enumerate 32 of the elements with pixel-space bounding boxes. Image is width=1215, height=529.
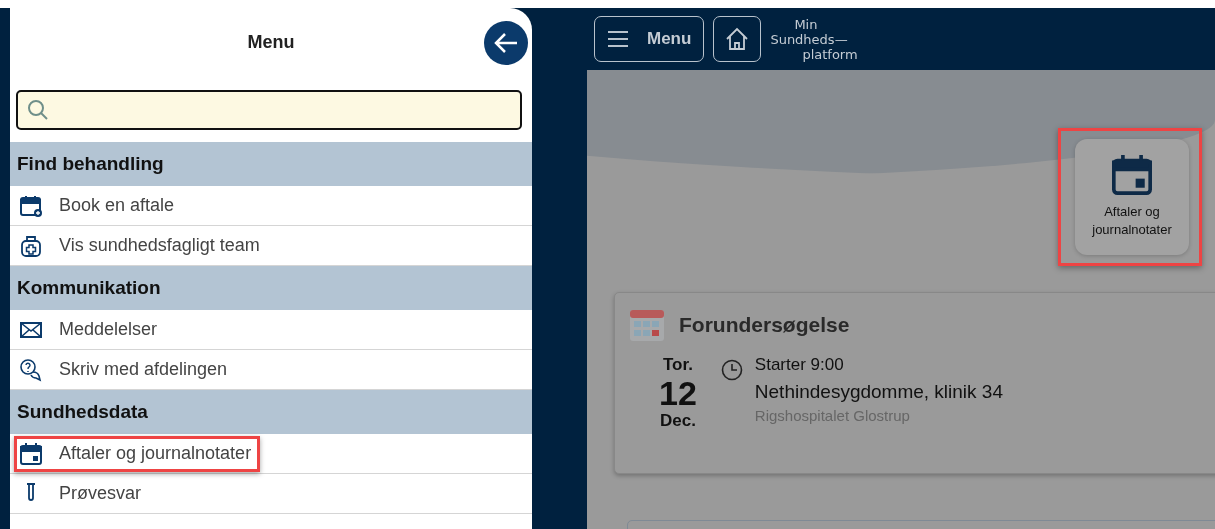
month: Dec. [659, 411, 696, 431]
logo[interactable]: Min Sundheds— platform [770, 16, 858, 62]
menu-title: Menu [247, 31, 295, 53]
search-field[interactable] [16, 90, 522, 130]
calendar-icon [1110, 155, 1154, 195]
menu-item[interactable]: Aftaler og journalnotater [14, 435, 261, 472]
back-button[interactable] [484, 21, 528, 65]
home-button[interactable] [713, 16, 762, 62]
medical-kit-icon [19, 233, 43, 258]
chat-bubbles-icon [19, 357, 43, 382]
menu-icon [607, 30, 629, 48]
menu-item[interactable]: Skriv med afdelingen [14, 351, 237, 388]
section-heading: Sundhedsdata [10, 390, 532, 434]
menu-item[interactable]: Prøvesvar [14, 475, 150, 512]
menu-item[interactable]: Book en aftale [14, 187, 184, 224]
day-number: 12 [659, 375, 697, 411]
calendar-plus-icon [19, 193, 43, 218]
calendar-icon [19, 441, 43, 466]
calendar-icon [629, 307, 665, 343]
search-icon [26, 98, 50, 122]
section-heading: Kommunikation [10, 266, 532, 310]
weekday: Tor. [662, 355, 693, 375]
menu-item[interactable]: Meddelelser [14, 311, 167, 348]
menu-button[interactable]: Menu [594, 16, 705, 62]
clinic-name: Nethindesygdomme, klinik 34 [754, 381, 1003, 403]
menu-item[interactable]: Vis sundhedsfagligt team [14, 227, 269, 264]
start-time: Starter 9:00 [754, 355, 845, 375]
clock-icon [720, 359, 743, 381]
arrow-left-icon [493, 32, 519, 54]
section-heading: Find behandling [10, 142, 532, 186]
appointments-tile[interactable]: Aftaler og journalnotater [1075, 139, 1189, 255]
appointment-title: Forundersøgelse [679, 313, 850, 337]
